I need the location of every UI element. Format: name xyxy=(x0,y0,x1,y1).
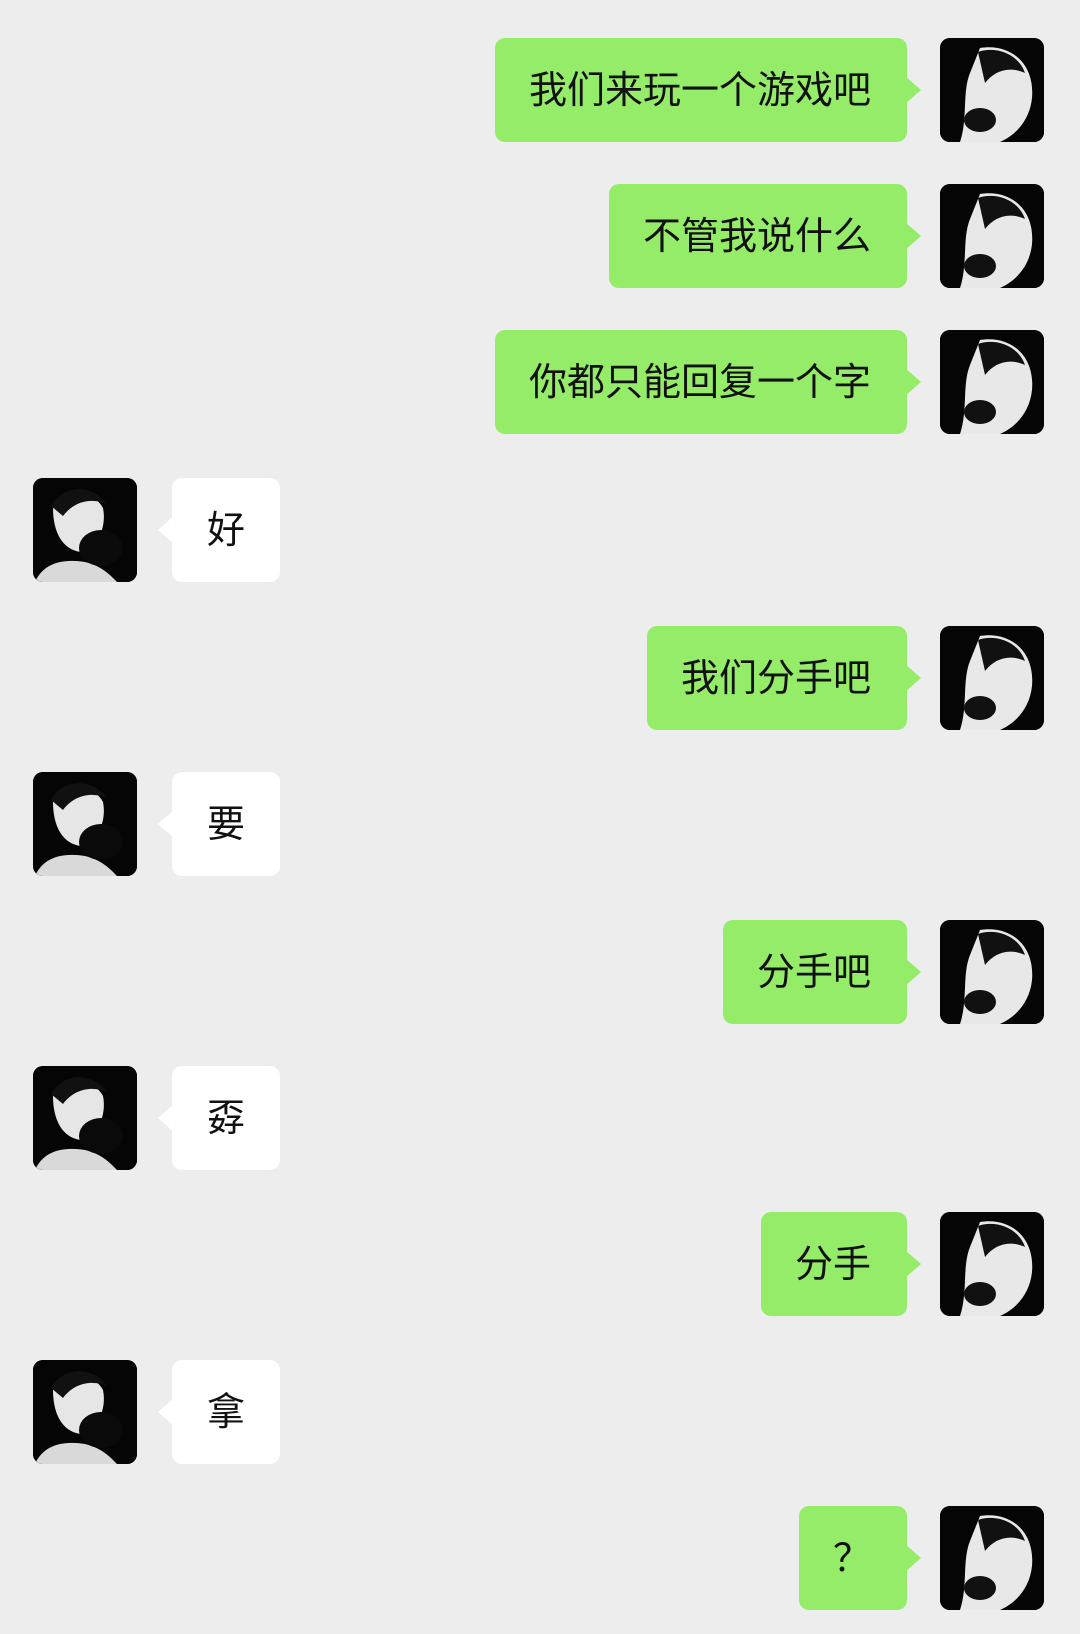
message-row: 孬 xyxy=(0,1066,1080,1170)
chat-message-list: 我们来玩一个游戏吧 不管我说什么 你都只能回复一个字 好 我们分手吧 要 分手吧… xyxy=(0,0,1080,1634)
avatar-icon[interactable] xyxy=(940,184,1044,288)
avatar-icon[interactable] xyxy=(940,626,1044,730)
message-bubble[interactable]: 拿 xyxy=(158,1360,280,1464)
message-row: 拿 xyxy=(0,1360,1080,1464)
message-bubble[interactable]: 我们来玩一个游戏吧 xyxy=(494,38,922,142)
avatar-icon[interactable] xyxy=(33,772,137,876)
avatar-icon[interactable] xyxy=(940,1212,1044,1316)
message-bubble[interactable]: 我们分手吧 xyxy=(646,626,922,730)
avatar-icon[interactable] xyxy=(940,330,1044,434)
message-bubble[interactable]: 要 xyxy=(158,772,280,876)
message-bubble[interactable]: 分手 xyxy=(760,1212,922,1316)
message-row: ？ xyxy=(0,1506,1080,1610)
avatar-icon[interactable] xyxy=(940,38,1044,142)
avatar-icon[interactable] xyxy=(33,478,137,582)
message-row: 分手吧 xyxy=(0,920,1080,1024)
message-row: 我们分手吧 xyxy=(0,626,1080,730)
message-bubble[interactable]: 好 xyxy=(158,478,280,582)
message-row: 好 xyxy=(0,478,1080,582)
message-row: 分手 xyxy=(0,1212,1080,1316)
message-row: 要 xyxy=(0,772,1080,876)
message-bubble[interactable]: 孬 xyxy=(158,1066,280,1170)
message-bubble[interactable]: 不管我说什么 xyxy=(608,184,922,288)
avatar-icon[interactable] xyxy=(940,920,1044,1024)
message-row: 你都只能回复一个字 xyxy=(0,330,1080,434)
message-row: 不管我说什么 xyxy=(0,184,1080,288)
avatar-icon[interactable] xyxy=(940,1506,1044,1610)
message-bubble[interactable]: 分手吧 xyxy=(722,920,922,1024)
message-bubble[interactable]: 你都只能回复一个字 xyxy=(494,330,922,434)
message-bubble[interactable]: ？ xyxy=(798,1506,922,1610)
avatar-icon[interactable] xyxy=(33,1066,137,1170)
avatar-icon[interactable] xyxy=(33,1360,137,1464)
message-row: 我们来玩一个游戏吧 xyxy=(0,38,1080,142)
